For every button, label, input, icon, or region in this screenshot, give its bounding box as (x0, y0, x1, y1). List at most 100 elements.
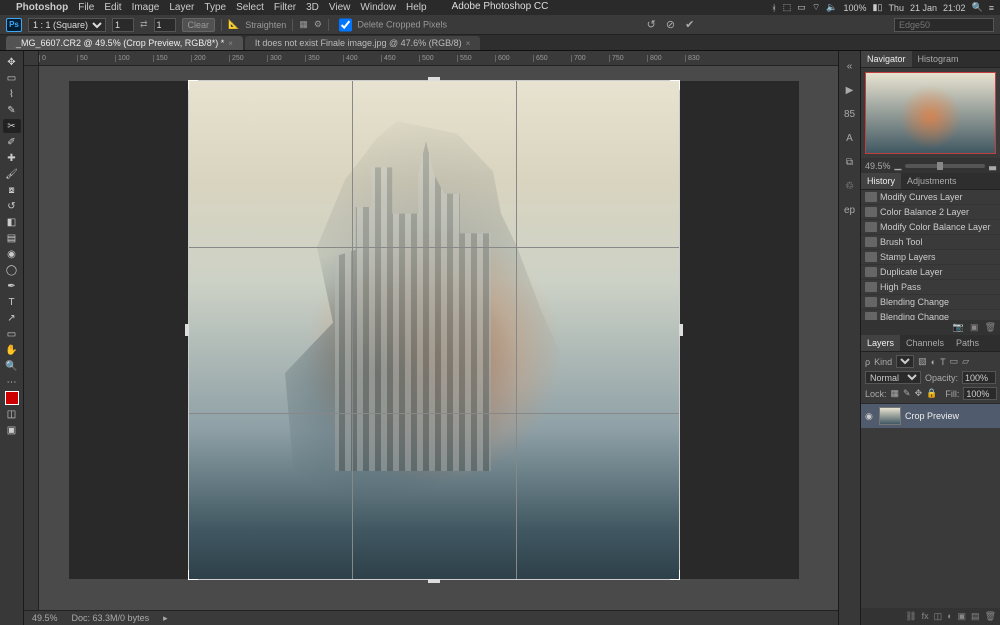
spotlight-icon[interactable]: 🔍 (972, 2, 983, 13)
blur-tool-icon[interactable]: ◉ (3, 247, 21, 261)
menu-file[interactable]: File (78, 2, 94, 13)
layer-group-icon[interactable]: ▣ (958, 611, 967, 622)
canvas-area[interactable]: 0501001502002503003504004505005506006507… (24, 51, 838, 625)
zoom-out-icon[interactable]: ▁ (895, 160, 902, 171)
menu-view[interactable]: View (329, 2, 351, 13)
lock-trans-icon[interactable]: ▦ (891, 388, 900, 399)
history-item[interactable]: Blending Change (861, 310, 1000, 320)
marquee-tool-icon[interactable]: ▭ (3, 71, 21, 85)
crop-ratio-select[interactable]: 1 : 1 (Square) (28, 18, 106, 32)
dock-swatches-icon[interactable]: ⧉ (843, 155, 857, 169)
layer-trash-icon[interactable]: 🗑 (985, 611, 996, 622)
blend-mode-select[interactable]: Normal (865, 371, 921, 384)
history-new-icon[interactable]: ▣ (970, 322, 979, 333)
menu-filter[interactable]: Filter (274, 2, 296, 13)
menu-type[interactable]: Type (204, 2, 226, 13)
eyedropper-tool-icon[interactable]: ✐ (3, 135, 21, 149)
delete-cropped-checkbox[interactable]: Delete Cropped Pixels (335, 15, 447, 35)
layer-fx-icon[interactable]: fx (922, 611, 929, 622)
move-tool-icon[interactable]: ✥ (3, 55, 21, 69)
history-trash-icon[interactable]: 🗑 (985, 322, 996, 333)
layer-mask-icon[interactable]: ◫ (934, 611, 943, 622)
fill-input[interactable] (963, 387, 997, 400)
status-zoom[interactable]: 49.5% (32, 613, 58, 623)
layer-name[interactable]: Crop Preview (905, 411, 959, 421)
hand-tool-icon[interactable]: ✋ (3, 343, 21, 357)
tab-paths[interactable]: Paths (950, 335, 985, 351)
crop-handle-mt[interactable] (428, 77, 440, 81)
ruler-vertical[interactable] (24, 66, 39, 610)
healing-tool-icon[interactable]: ✚ (3, 151, 21, 165)
type-tool-icon[interactable]: T (3, 295, 21, 309)
history-item[interactable]: Blending Change (861, 295, 1000, 310)
layer-new-icon[interactable]: ▤ (971, 611, 980, 622)
layer-visibility-icon[interactable]: ◉ (865, 411, 875, 422)
battery-icon[interactable]: ▮▯ (873, 2, 883, 13)
ps-home-icon[interactable]: Ps (6, 18, 22, 32)
wifi-icon[interactable]: ⌔ (812, 2, 820, 13)
volume-icon[interactable]: 🔈 (826, 2, 837, 13)
tab-channels[interactable]: Channels (900, 335, 950, 351)
crop-handle-mr[interactable] (679, 324, 683, 336)
layer-adj-icon[interactable]: ◐ (947, 611, 952, 622)
crop-handle-tr[interactable] (670, 80, 680, 90)
filter-img-icon[interactable]: ▧ (918, 356, 927, 367)
status-doc[interactable]: Doc: 63.3M/0 bytes (72, 613, 150, 623)
lock-all-icon[interactable]: 🔒 (926, 388, 937, 399)
dock-char-icon[interactable]: A (843, 131, 857, 145)
foreground-color-swatch[interactable] (3, 391, 21, 405)
menu-edit[interactable]: Edit (104, 2, 121, 13)
shape-tool-icon[interactable]: ▭ (3, 327, 21, 341)
crop-settings-icon[interactable]: ⚙ (314, 19, 322, 30)
zoom-tool-icon[interactable]: 🔍 (3, 359, 21, 373)
dropbox-icon[interactable]: ⬚ (783, 2, 792, 13)
overlay-grid-icon[interactable]: ▦ (299, 19, 308, 30)
layer-link-icon[interactable]: ⛓ (905, 611, 916, 622)
filter-type-icon[interactable]: T (940, 357, 946, 367)
status-more-icon[interactable]: ▸ (163, 613, 168, 624)
menu-list-icon[interactable]: ≡ (989, 3, 994, 13)
path-tool-icon[interactable]: ↗ (3, 311, 21, 325)
history-item[interactable]: Modify Curves Layer (861, 190, 1000, 205)
quick-select-tool-icon[interactable]: ✎ (3, 103, 21, 117)
pen-tool-icon[interactable]: ✒ (3, 279, 21, 293)
crop-width-input[interactable] (112, 18, 134, 32)
history-item[interactable]: Brush Tool (861, 235, 1000, 250)
cancel-crop-icon[interactable]: ⊘ (666, 18, 675, 31)
lock-pos-icon[interactable]: ✥ (915, 388, 923, 399)
app-name[interactable]: Photoshop (16, 2, 68, 13)
navigator-preview[interactable] (861, 68, 1000, 158)
nav-zoom-slider[interactable] (905, 164, 985, 168)
ruler-horizontal[interactable]: 0501001502002503003504004505005506006507… (39, 51, 838, 66)
dock-play-icon[interactable]: ▶ (843, 83, 857, 97)
brush-tool-icon[interactable]: 🖌 (3, 167, 21, 181)
crop-handle-ml[interactable] (185, 324, 189, 336)
history-item[interactable]: Stamp Layers (861, 250, 1000, 265)
menu-3d[interactable]: 3D (306, 2, 319, 13)
crop-handle-br[interactable] (670, 570, 680, 580)
dock-expand-icon[interactable]: « (843, 59, 857, 73)
crop-tool-icon[interactable]: ✂ (3, 119, 21, 133)
crop-height-input[interactable] (154, 18, 176, 32)
crop-handle-tl[interactable] (188, 80, 198, 90)
crop-rect[interactable] (189, 81, 679, 579)
close-icon[interactable]: × (466, 39, 471, 48)
dock-recycle-icon[interactable]: ♲ (843, 179, 857, 193)
straighten-label[interactable]: Straighten (245, 20, 286, 30)
tab-layers[interactable]: Layers (861, 335, 900, 351)
screenmode-icon[interactable]: ▣ (3, 423, 21, 437)
history-item[interactable]: High Pass (861, 280, 1000, 295)
doc-tab-1[interactable]: _MG_6607.CR2 @ 49.5% (Crop Preview, RGB/… (6, 36, 243, 50)
layer-row[interactable]: ◉ Crop Preview (861, 404, 1000, 428)
doc-tab-2[interactable]: It does not exist Finale image.jpg @ 47.… (245, 36, 480, 50)
crop-handle-mb[interactable] (428, 579, 440, 583)
tab-history[interactable]: History (861, 173, 901, 189)
menu-window[interactable]: Window (360, 2, 396, 13)
history-item[interactable]: Modify Color Balance Layer (861, 220, 1000, 235)
menu-image[interactable]: Image (132, 2, 160, 13)
tab-histogram[interactable]: Histogram (912, 51, 965, 67)
dock-85-icon[interactable]: 85 (843, 107, 857, 121)
reset-crop-icon[interactable]: ↺ (647, 18, 656, 31)
bluetooth-icon[interactable]: ᚼ (771, 3, 776, 13)
tab-navigator[interactable]: Navigator (861, 51, 912, 67)
